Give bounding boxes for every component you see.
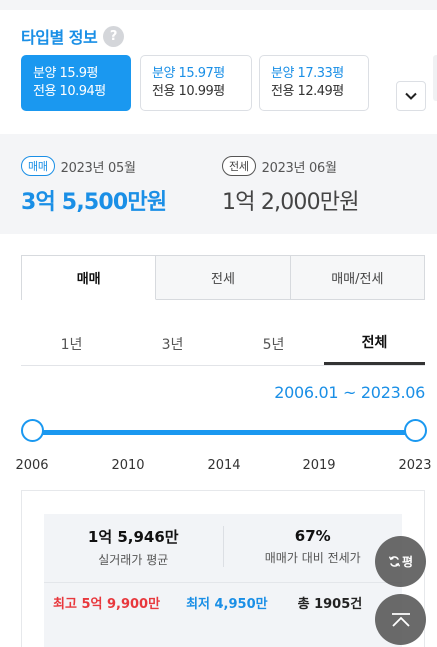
scroll-top-button[interactable] xyxy=(375,594,426,645)
year-tick: 2006 xyxy=(15,458,49,473)
tab-sale[interactable]: 매매 xyxy=(22,256,157,300)
type-exclusive-area: 전용 10.94평 xyxy=(33,84,106,99)
tab-5-years[interactable]: 5년 xyxy=(223,322,324,365)
scroll-edge xyxy=(433,55,437,101)
lease-price-block: 전세 2023년 06월 1억 2,000만원 xyxy=(222,156,360,216)
year-tick: 2023 xyxy=(398,458,432,473)
scroll-up-icon xyxy=(391,612,410,627)
transaction-count: 총 1905건 xyxy=(297,597,363,612)
average-price-value: 1억 5,946만 xyxy=(87,527,179,546)
highest-price: 최고 5억 9,900만 xyxy=(53,597,161,612)
lowest-price: 최저 4,950만 xyxy=(186,597,268,612)
deal-type-tabs: 매매 전세 매매/전세 xyxy=(21,255,425,300)
tab-all[interactable]: 전체 xyxy=(324,322,425,365)
range-end-handle[interactable] xyxy=(404,419,427,442)
type-exclusive-area: 전용 12.49평 xyxy=(271,84,344,99)
year-tick: 2014 xyxy=(207,458,241,473)
year-tick: 2010 xyxy=(111,458,145,473)
range-slider-track[interactable] xyxy=(32,430,415,435)
lease-badge: 전세 xyxy=(222,156,256,176)
type-supply-area: 분양 15.9평 xyxy=(33,66,98,81)
help-icon[interactable]: ? xyxy=(103,25,125,47)
sale-date: 2023년 05월 xyxy=(60,160,136,176)
type-info-header: 타입별 정보 ? xyxy=(21,24,125,48)
period-tabs: 1년 3년 5년 전체 xyxy=(21,322,425,366)
average-price-label: 실거래가 평균 xyxy=(98,552,169,567)
tab-sale-lease[interactable]: 매매/전세 xyxy=(290,256,424,300)
tab-3-years[interactable]: 3년 xyxy=(122,322,223,365)
lease-ratio-value: 67% xyxy=(294,527,331,545)
expand-types-button[interactable] xyxy=(396,81,426,111)
type-supply-area: 분양 17.33평 xyxy=(271,66,344,81)
lease-price: 1억 2,000만원 xyxy=(222,190,360,215)
stats-box: 1억 5,946만 실거래가 평균 67% 매매가 대비 전세가 최고 5억 9… xyxy=(44,514,402,647)
refresh-icon xyxy=(388,556,401,567)
lease-date: 2023년 06월 xyxy=(261,160,337,176)
type-button-2[interactable]: 분양 15.97평 전용 10.99평 xyxy=(140,55,252,111)
range-start-handle[interactable] xyxy=(21,419,44,442)
unit-label: 평 xyxy=(401,555,414,569)
lease-ratio-label: 매매가 대비 전세가 xyxy=(264,551,361,565)
unit-toggle-button[interactable]: 평 xyxy=(375,536,426,587)
latest-price-section: 매매 2023년 05월 3억 5,500만원 전세 2023년 06월 1억 … xyxy=(0,134,437,234)
stats-panel: 1억 5,946만 실거래가 평균 67% 매매가 대비 전세가 최고 5억 9… xyxy=(21,490,425,647)
tab-1-year[interactable]: 1년 xyxy=(21,322,122,365)
sale-price: 3억 5,500만원 xyxy=(21,190,167,215)
type-info-title: 타입별 정보 xyxy=(21,28,98,47)
average-price-stat: 1억 5,946만 실거래가 평균 xyxy=(44,514,223,579)
sale-badge: 매매 xyxy=(21,156,55,176)
type-exclusive-area: 전용 10.99평 xyxy=(152,84,225,99)
tab-lease[interactable]: 전세 xyxy=(156,256,291,300)
sale-price-block: 매매 2023년 05월 3억 5,500만원 xyxy=(21,156,167,216)
year-tick: 2019 xyxy=(302,458,336,473)
type-supply-area: 분양 15.97평 xyxy=(152,66,225,81)
chevron-down-icon xyxy=(405,92,417,100)
type-button-1[interactable]: 분양 15.9평 전용 10.94평 xyxy=(21,55,131,111)
stats-summary-row: 최고 5억 9,900만 최저 4,950만 총 1905건 xyxy=(44,582,402,622)
date-range-label: 2006.01 ~ 2023.06 xyxy=(274,383,425,402)
type-button-3[interactable]: 분양 17.33평 전용 12.49평 xyxy=(259,55,369,111)
